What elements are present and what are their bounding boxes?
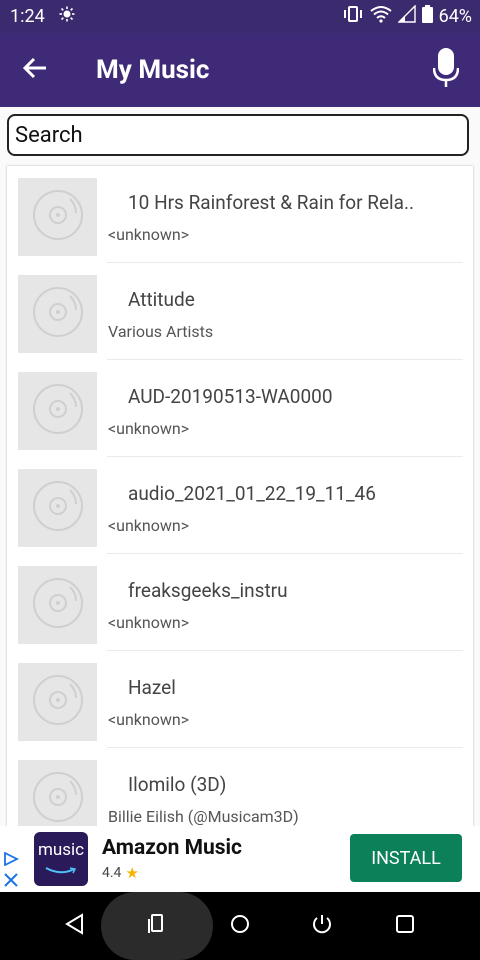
star-icon: ★ [125,864,139,882]
album-art-placeholder [18,372,97,450]
song-title: AUD-20190513-WA0000 [128,385,333,408]
album-art-placeholder [18,566,97,644]
song-artist: <unknown> [108,710,190,729]
search-placeholder: Search [15,122,83,148]
arrow-left-icon [22,55,48,85]
disc-icon [32,674,84,730]
nav-recents-button[interactable] [132,892,182,960]
disc-icon [32,577,84,633]
song-item[interactable]: audio_2021_01_22_19_11_46 <unknown> [7,457,473,554]
song-item[interactable]: Ilomilo (3D) Billie Eilish (@Musicam3D) [7,748,473,826]
nav-back-button[interactable] [50,892,100,960]
song-title: audio_2021_01_22_19_11_46 [128,482,376,505]
nav-power-button[interactable] [297,892,347,960]
disc-icon [32,383,84,439]
ad-rating: 4.4 ★ [102,864,139,882]
song-title: Hazel [128,676,176,699]
song-item[interactable]: Attitude Various Artists [7,263,473,360]
page-title: My Music [96,55,210,85]
microphone-icon [432,47,460,93]
album-art-placeholder [18,663,97,741]
voice-search-button[interactable] [426,47,466,93]
song-title: 10 Hrs Rainforest & Rain for Rela.. [128,191,415,214]
song-title: Ilomilo (3D) [128,773,227,796]
power-icon [311,913,333,939]
album-art-placeholder [18,275,97,353]
rating-value: 4.4 [102,865,122,881]
song-artist: <unknown> [108,516,190,535]
song-artist: <unknown> [108,419,190,438]
disc-icon [32,771,84,826]
battery-icon [421,5,433,28]
song-artist: Various Artists [108,322,214,341]
song-item[interactable]: AUD-20190513-WA0000 <unknown> [7,360,473,457]
system-nav-bar [0,892,480,960]
recents-apps-icon [146,913,168,939]
vibrate-icon [342,5,364,28]
album-art-placeholder [18,760,97,826]
app-logo[interactable]: music [34,832,88,886]
nav-home-button[interactable] [215,892,265,960]
home-circle-icon [229,913,251,939]
app-bar: My Music [0,33,480,107]
song-title: Attitude [128,288,195,311]
disc-icon [32,286,84,342]
song-item[interactable]: 10 Hrs Rainforest & Rain for Rela.. <unk… [7,166,473,263]
signal-icon [396,4,416,28]
battery-percent: 64% [438,6,472,27]
back-button[interactable] [0,33,70,107]
album-art-placeholder [18,469,97,547]
song-item[interactable]: freaksgeeks_instru <unknown> [7,554,473,651]
amazon-smile-icon [45,860,77,879]
song-artist: <unknown> [108,613,190,632]
song-title: freaksgeeks_instru [128,579,288,602]
ad-banner[interactable]: music Amazon Music 4.4 ★ INSTALL [0,826,480,892]
status-bar: 1:24 64% [0,0,480,33]
install-button[interactable]: INSTALL [350,834,462,882]
song-artist: <unknown> [108,225,190,244]
song-artist: Billie Eilish (@Musicam3D) [108,807,299,826]
status-time: 1:24 [10,6,45,27]
overview-square-icon [395,914,415,938]
song-item[interactable]: Hazel <unknown> [7,651,473,748]
ad-app-title[interactable]: Amazon Music [102,836,242,860]
disc-icon [32,189,84,245]
song-list[interactable]: 10 Hrs Rainforest & Rain for Rela.. <unk… [7,166,473,826]
back-triangle-icon [64,913,86,939]
disc-icon [32,480,84,536]
album-art-placeholder [18,178,97,256]
brightness-icon [59,6,75,27]
logo-text: music [37,839,85,860]
wifi-icon [369,5,392,28]
nav-overview-button[interactable] [380,892,430,960]
search-input[interactable]: Search [7,114,469,156]
